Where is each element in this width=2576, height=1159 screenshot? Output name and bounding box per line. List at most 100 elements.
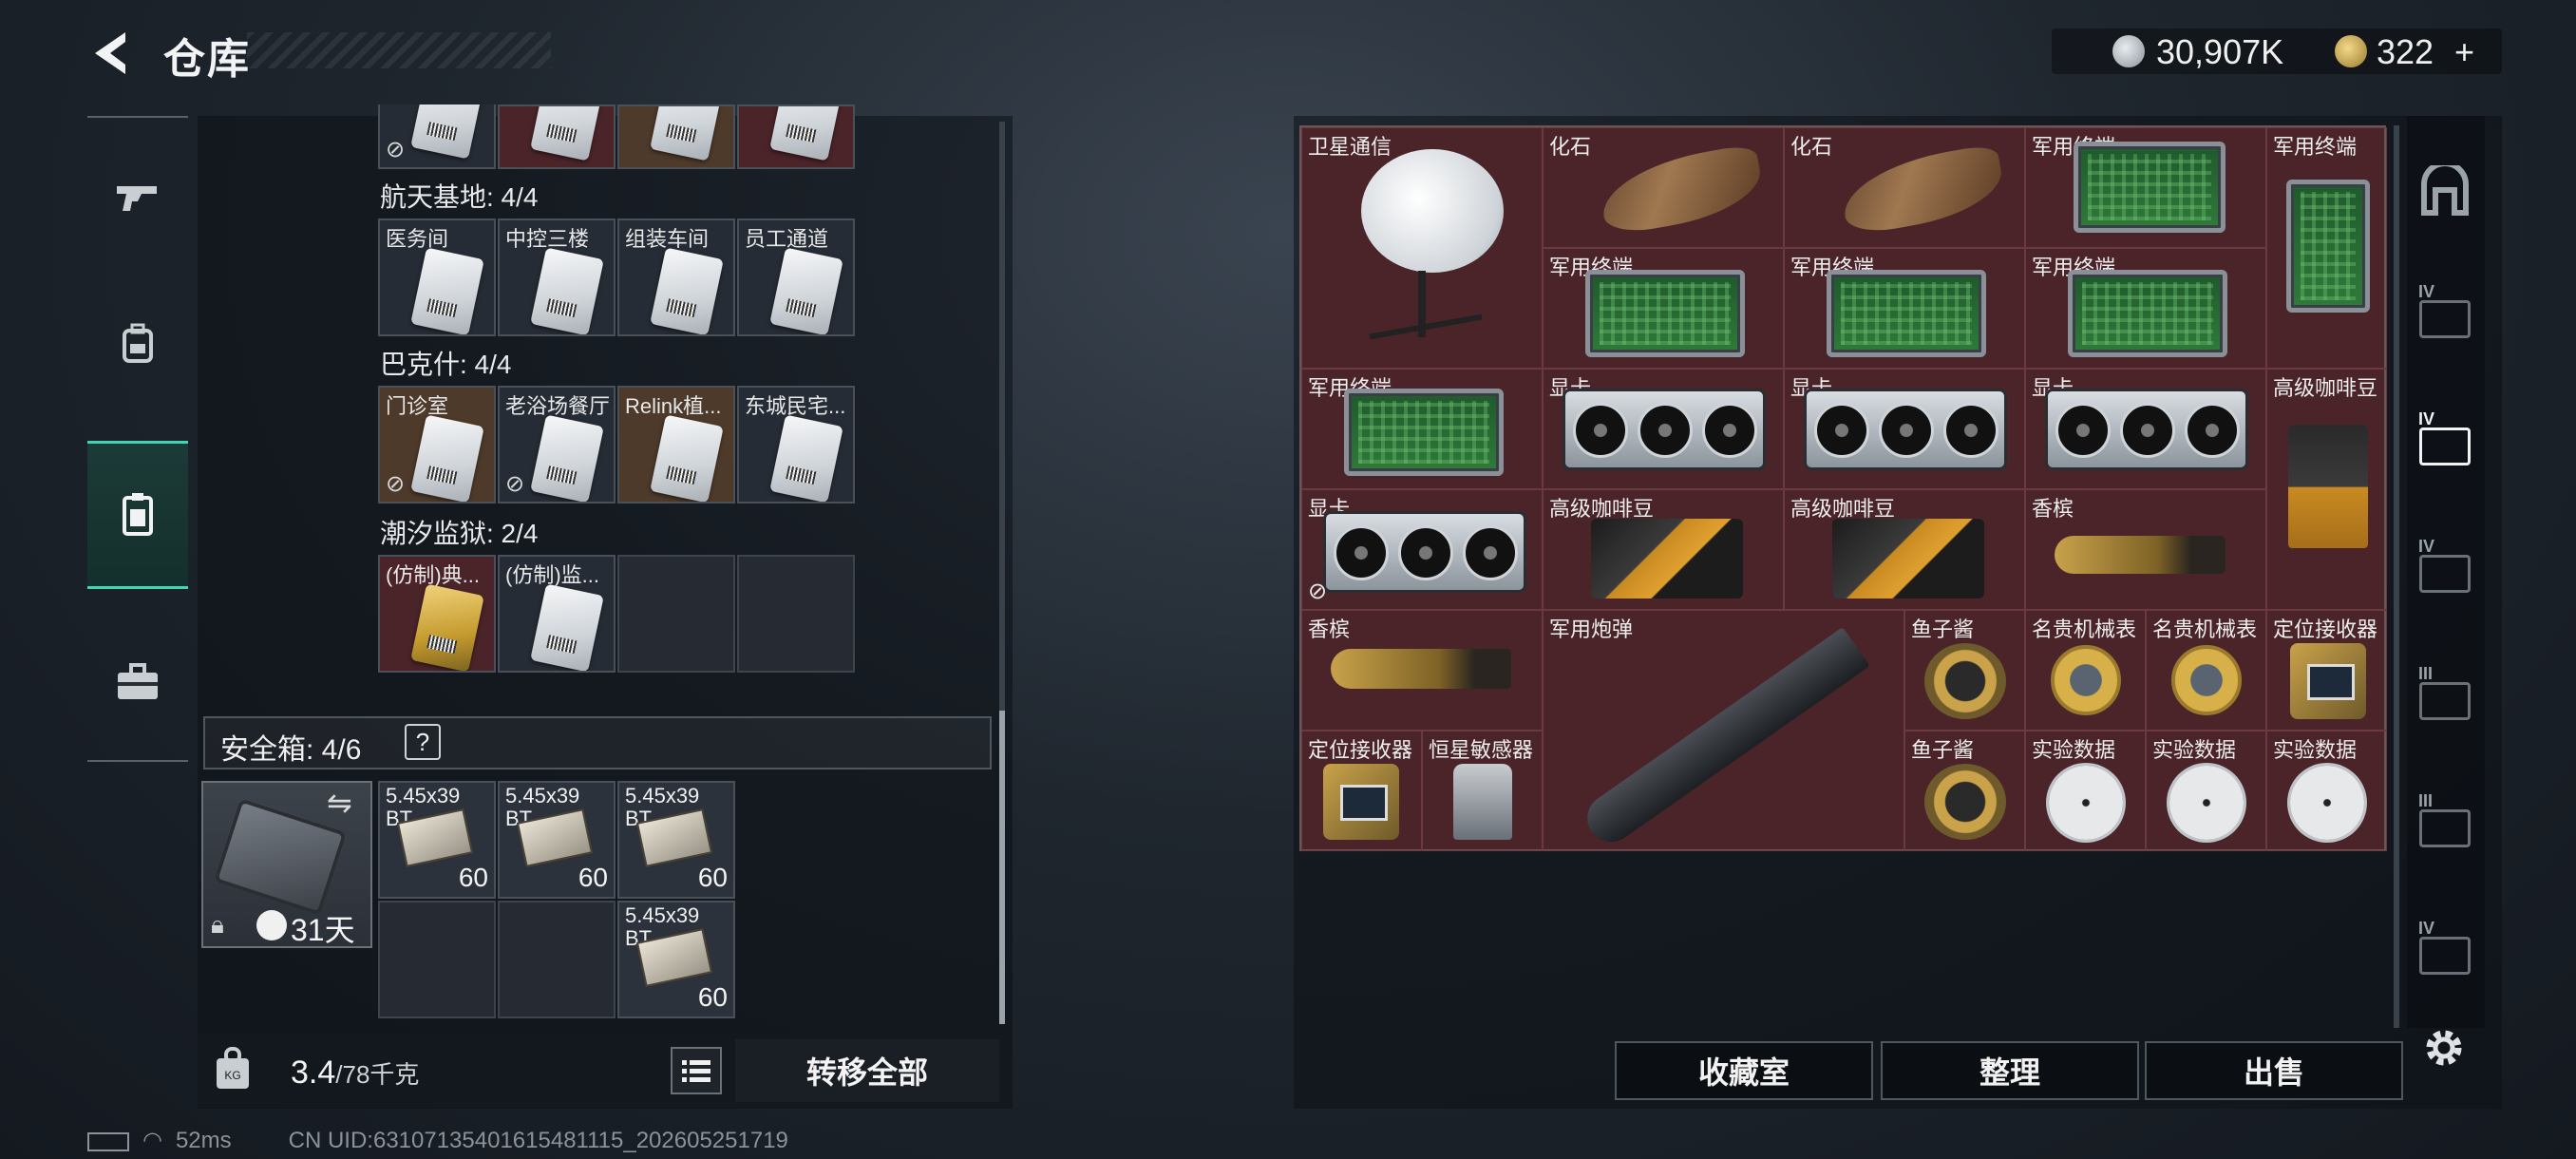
terminal-image <box>1827 270 1986 357</box>
title-decoration <box>247 32 551 68</box>
tab-slot-iii-2[interactable]: III <box>2411 791 2479 863</box>
ammo-slot[interactable]: 5.45x39 BT 60 <box>378 781 496 899</box>
tab-gear[interactable] <box>87 270 188 418</box>
key-card[interactable]: 东城民宅... <box>737 386 855 504</box>
currency-2-value: 322 <box>2377 32 2434 71</box>
item-gpu[interactable]: 显卡 ⊘ <box>1301 489 1543 610</box>
key-card[interactable]: 医务间 <box>378 218 496 336</box>
empty-slot[interactable] <box>737 555 855 673</box>
key-card[interactable]: (仿制)典... <box>378 555 496 673</box>
gold-coin-icon <box>2335 35 2367 67</box>
item-position-receiver[interactable]: 定位接收器 <box>2266 610 2387 731</box>
key-card-slot[interactable] <box>737 104 855 169</box>
collection-room-button[interactable]: 收藏室 <box>1615 1041 1873 1100</box>
item-fossil[interactable]: 化石 <box>1543 127 1784 248</box>
tab-toolbox[interactable] <box>87 608 188 756</box>
item-military-terminal[interactable]: 军用终端 <box>2025 248 2266 369</box>
item-military-terminal[interactable]: 军用终端 <box>2025 127 2266 248</box>
swap-icon[interactable]: ⇋ <box>327 785 352 821</box>
weight-icon: KG <box>217 1047 249 1089</box>
keycard-image <box>410 414 484 502</box>
tab-slot-iv-1[interactable]: IV <box>2411 282 2479 353</box>
key-card[interactable]: Relink植... <box>617 386 735 504</box>
empty-slot[interactable] <box>617 555 735 673</box>
list-view-button[interactable] <box>671 1047 722 1094</box>
satellite-dish-image <box>1361 149 1504 273</box>
tab-slot-iv-3[interactable]: IV <box>2411 537 2479 608</box>
item-position-receiver[interactable]: 定位接收器 <box>1301 731 1422 851</box>
gpu-image <box>1323 511 1526 593</box>
ammo-slot[interactable]: 5.45x39 BT 60 <box>617 901 735 1018</box>
empty-slot[interactable] <box>378 901 496 1018</box>
keycard-image <box>650 247 724 334</box>
item-premium-coffee[interactable]: 高级咖啡豆 <box>1543 489 1784 610</box>
champagne-image <box>2055 536 2226 574</box>
no-box-icon: ⊘ <box>386 137 406 162</box>
settings-gear-icon[interactable] <box>2420 1024 2468 1072</box>
tab-slot-iv-4[interactable]: IV <box>2411 919 2479 990</box>
item-champagne[interactable]: 香槟 <box>2025 489 2266 610</box>
item-military-terminal[interactable]: 军用终端 <box>1301 369 1543 489</box>
storage-scrollbar-thumb[interactable] <box>999 711 1005 1024</box>
keycard-image <box>530 247 604 334</box>
item-premium-coffee[interactable]: 高级咖啡豆 <box>2266 369 2387 610</box>
item-fossil[interactable]: 化石 <box>1784 127 2025 248</box>
secure-box-days: 31天 <box>291 913 355 947</box>
transfer-all-button[interactable]: 转移全部 <box>735 1039 999 1102</box>
key-card[interactable]: 组装车间 <box>617 218 735 336</box>
item-experiment-data[interactable]: 实验数据 <box>2025 731 2146 851</box>
item-gpu[interactable]: 显卡 <box>1543 369 1784 489</box>
ammo-slot[interactable]: 5.45x39 BT 60 <box>617 781 735 899</box>
tab-weapons[interactable] <box>87 124 188 272</box>
tab-slot-iii-1[interactable]: III <box>2411 664 2479 735</box>
item-military-shell[interactable]: 军用炮弹 <box>1543 610 1904 851</box>
key-card-slot[interactable] <box>617 104 735 169</box>
item-gpu[interactable]: 显卡 <box>2025 369 2266 489</box>
tab-slot-iv-2[interactable]: IV <box>2411 409 2479 481</box>
item-experiment-data[interactable]: 实验数据 <box>2266 731 2387 851</box>
item-caviar[interactable]: 鱼子酱 <box>1904 731 2025 851</box>
receiver-image <box>1323 764 1399 840</box>
item-military-terminal[interactable]: 军用终端 <box>1784 248 2025 369</box>
key-card-slot[interactable] <box>498 104 616 169</box>
tab-keys[interactable] <box>87 441 188 589</box>
item-military-terminal[interactable]: 军用终端 <box>1543 248 1784 369</box>
tier-iv-slot-icon: IV <box>2418 282 2471 338</box>
caviar-tin-image <box>1924 643 2006 719</box>
item-luxury-watch[interactable]: 名贵机械表 <box>2025 610 2146 731</box>
key-card-slot[interactable]: ⊘ <box>378 104 496 169</box>
item-champagne[interactable]: 香槟 <box>1301 610 1543 731</box>
missile-image <box>1578 627 1870 850</box>
item-luxury-watch[interactable]: 名贵机械表 <box>2146 610 2266 731</box>
item-military-terminal[interactable]: 军用终端 <box>2266 127 2387 369</box>
inventory-scrollbar[interactable] <box>2394 125 2399 1028</box>
key-card[interactable]: 老浴场餐厅 ⊘ <box>498 386 616 504</box>
key-card[interactable]: 门诊室 ⊘ <box>378 386 496 504</box>
battery-icon <box>87 1131 129 1151</box>
key-card[interactable]: 中控三楼 <box>498 218 616 336</box>
item-premium-coffee[interactable]: 高级咖啡豆 <box>1784 489 2025 610</box>
sort-button[interactable]: 整理 <box>1881 1041 2139 1100</box>
page-title: 仓库 <box>163 36 251 83</box>
item-grid: 卫星通信 化石 化石 军用终端 军用终端 军用终端 军用终端 军用终端 军用终端… <box>1299 125 2387 851</box>
item-star-sensor[interactable]: 恒星敏感器 <box>1422 731 1543 851</box>
item-satellite-comm[interactable]: 卫星通信 <box>1301 127 1543 369</box>
item-caviar[interactable]: 鱼子酱 <box>1904 610 2025 731</box>
item-gpu[interactable]: 显卡 <box>1784 369 2025 489</box>
wifi-icon: ◠ <box>142 1128 162 1153</box>
back-arrow-icon[interactable] <box>87 28 137 78</box>
sell-button[interactable]: 出售 <box>2145 1041 2403 1100</box>
gun-icon <box>117 186 157 211</box>
add-currency-button[interactable]: + <box>2454 32 2474 72</box>
tier-iv-slot-icon: IV <box>2418 537 2471 593</box>
ammo-slot[interactable]: 5.45x39 BT 60 <box>498 781 616 899</box>
terminal-image <box>2074 142 2226 233</box>
key-card[interactable]: 员工通道 <box>737 218 855 336</box>
svg-text:KG: KG <box>224 1069 240 1082</box>
item-experiment-data[interactable]: 实验数据 <box>2146 731 2266 851</box>
empty-slot[interactable] <box>498 901 616 1018</box>
tab-base[interactable] <box>2411 158 2479 226</box>
backpack-icon <box>123 323 153 363</box>
key-card[interactable]: (仿制)监... <box>498 555 616 673</box>
help-button[interactable]: ? <box>405 724 441 760</box>
